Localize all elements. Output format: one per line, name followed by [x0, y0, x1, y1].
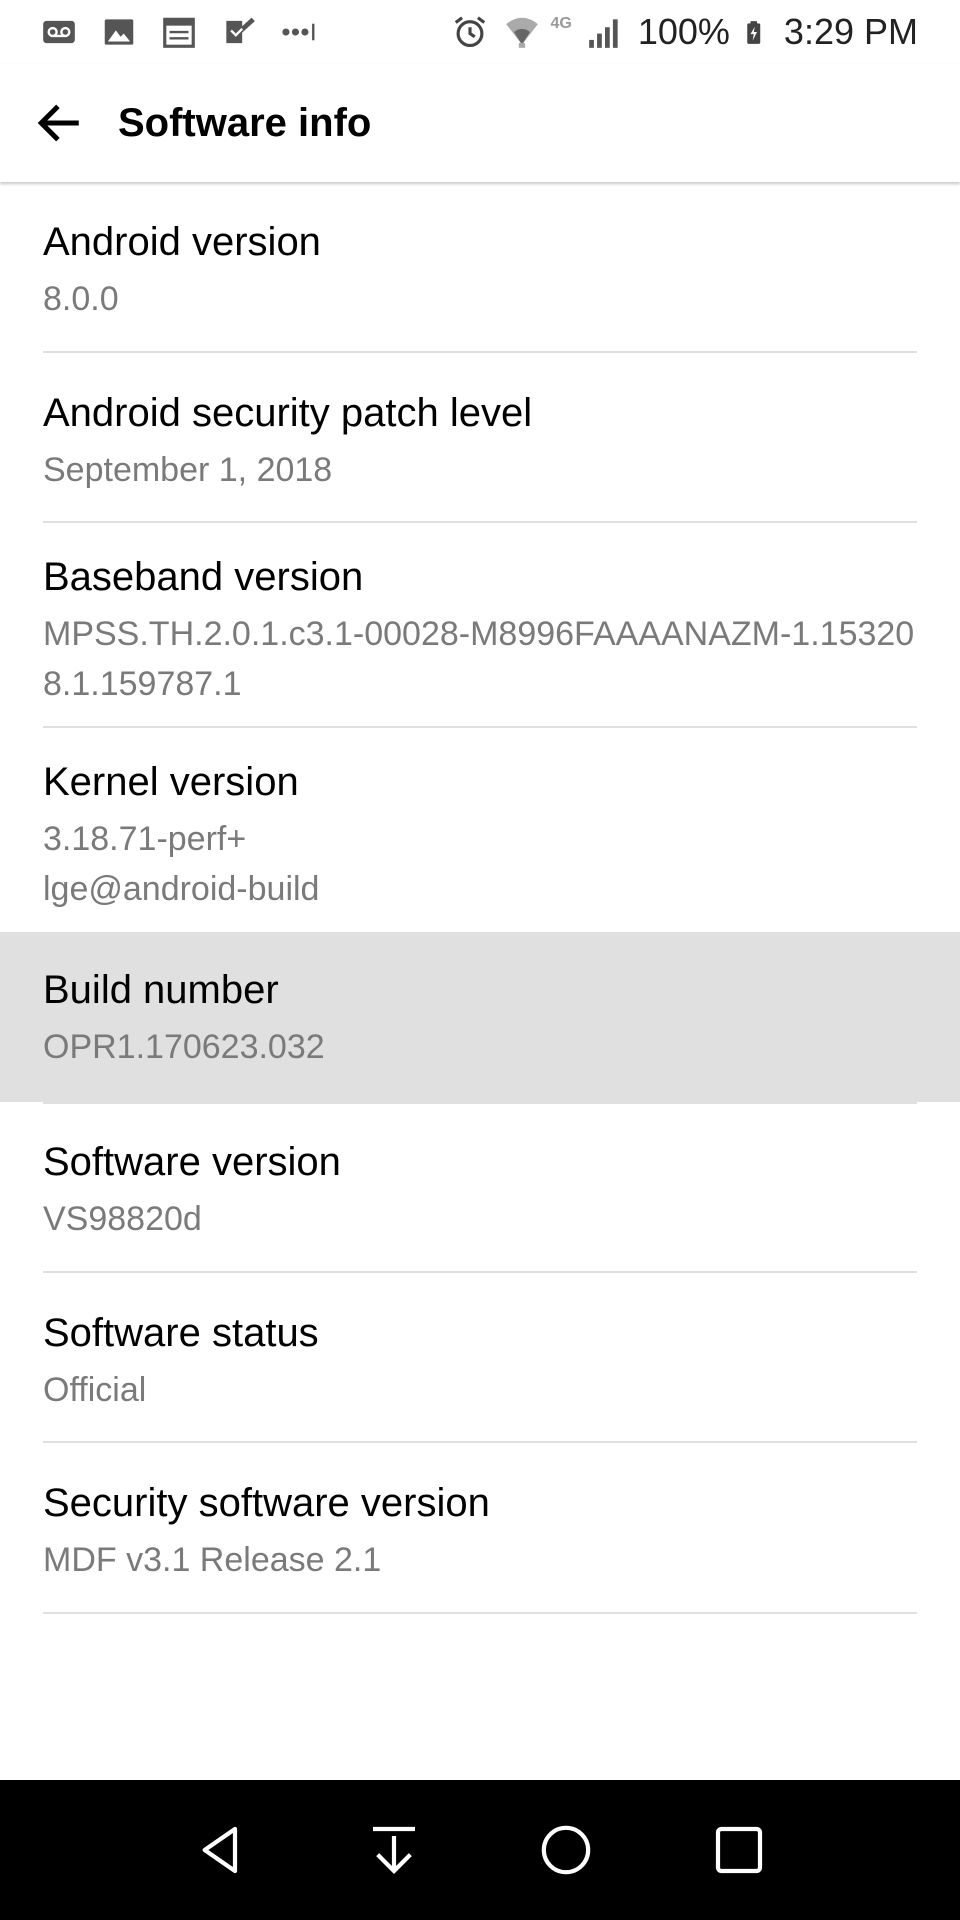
item-value: VS98820d: [43, 1200, 202, 1238]
item-title: Baseband version: [43, 555, 364, 599]
battery-percent: 100%: [637, 11, 730, 52]
item-value: MDF v3.1 Release 2.1: [43, 1541, 382, 1579]
more-notifications-icon: [282, 23, 315, 41]
software-info-list: Android version 8.0.0 Android security p…: [0, 182, 960, 1614]
screen: 4G 100% 3:29 PM Software info Android ve…: [0, 0, 960, 1920]
nav-recents-button[interactable]: [699, 1810, 779, 1890]
arrow-back-icon: [37, 104, 79, 142]
alarm-icon: [454, 16, 485, 48]
network-type: 4G: [550, 15, 572, 32]
list-item-kernel-version[interactable]: Kernel version 3.18.71-perf+ lge@android…: [0, 728, 960, 932]
system-status: 4G 100% 3:29 PM: [437, 11, 918, 53]
nav-back-button[interactable]: [181, 1810, 261, 1890]
item-title: Software version: [43, 1140, 341, 1184]
signal-icon: [589, 19, 618, 48]
clock: 3:29 PM: [783, 11, 918, 52]
item-title: Software status: [43, 1311, 319, 1355]
back-button[interactable]: [28, 91, 92, 155]
item-value: 3.18.71-perf+: [43, 820, 247, 858]
page-title: Software info: [118, 100, 372, 145]
notification-icons: [40, 13, 340, 51]
list-item-build-number[interactable]: Build number OPR1.170623.032: [0, 932, 960, 1102]
item-value: MPSS.TH.2.0.1.c3.1-00028-M8996FAAAANAZM-…: [43, 615, 915, 703]
list-item-baseband-version[interactable]: Baseband version MPSS.TH.2.0.1.c3.1-0002…: [0, 523, 960, 728]
divider: [43, 1102, 917, 1104]
item-title: Build number: [43, 968, 279, 1012]
list-item-security-patch[interactable]: Android security patch level September 1…: [0, 353, 960, 523]
item-value: OPR1.170623.032: [43, 1028, 325, 1066]
nav-notification-button[interactable]: [354, 1810, 434, 1890]
voicemail-icon: [43, 20, 75, 44]
image-icon: [104, 19, 134, 45]
list-item-software-status[interactable]: Software status Official: [0, 1273, 960, 1443]
nav-home-button[interactable]: [526, 1810, 606, 1890]
status-bar: 4G 100% 3:29 PM: [0, 0, 960, 64]
item-title: Android security patch level: [43, 391, 533, 435]
divider: [43, 1612, 917, 1614]
calendar-icon: [163, 17, 195, 48]
home-circle-icon: [541, 1825, 591, 1875]
item-value: September 1, 2018: [43, 451, 333, 489]
notification-pull-icon: [372, 1826, 415, 1874]
list-item-android-version[interactable]: Android version 8.0.0: [0, 182, 960, 353]
item-value: Official: [43, 1371, 147, 1409]
list-item-software-version[interactable]: Software version VS98820d: [0, 1102, 960, 1273]
wifi-icon: [505, 17, 538, 48]
item-value: 8.0.0: [43, 280, 119, 318]
recents-square-icon: [715, 1826, 762, 1874]
item-title: Android version: [43, 220, 321, 264]
list-item-security-software-version[interactable]: Security software version MDF v3.1 Relea…: [0, 1443, 960, 1614]
item-value-secondary: lge@android-build: [43, 870, 320, 908]
item-title: Kernel version: [43, 760, 299, 804]
back-triangle-icon: [202, 1826, 238, 1874]
item-title: Security software version: [43, 1481, 490, 1525]
navigation-bar: [0, 1780, 960, 1920]
checklist-icon: [226, 17, 255, 44]
app-bar: Software info: [0, 64, 960, 182]
battery-charging-icon: [747, 21, 761, 44]
